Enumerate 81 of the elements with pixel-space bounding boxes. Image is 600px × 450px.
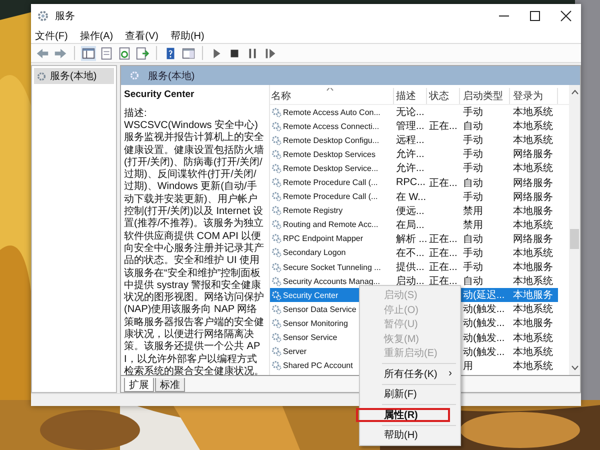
table-cell: 解析 ... <box>396 234 428 245</box>
table-cell: 在 W... <box>396 192 426 203</box>
table-cell: 网络服务 <box>513 192 553 203</box>
table-cell: 自动 <box>463 178 483 189</box>
panel-header: 服务(本地) <box>121 66 580 85</box>
table-cell: 本地系统 <box>513 163 553 174</box>
service-name: Security Center <box>124 89 196 100</box>
description-text: WSCSVC(Windows 安全中心)服务监视并报告计算机上的安全健康设置。健康设置包括防火墙(打开/关闭)、防病毒(打开/关闭/过期)、反间谍软件(打开/关闭/过期)、Windows 更新(自动/手动下载并安装更新)、用户帐户控制(打开/关闭)以及 Internet 设置(推荐/不推荐)。该服务为独立软件供应商提供 COM API 以便向安全中心服务注册并记录其产品的状态。安全和维护 UI 使用该服务在“安全和维护”控制面板中提供 systray 警报和安全健康状况的图形视图。网络访问保护(NAP)使用该服务向 NAP 网络策略服务器报告客户端的安全健康状况，以便进行网络隔离决策。该服务还提供一个公共 API，以允许外部客户以编程方式检索系统的聚合安全健康状况。 <box>124 120 265 375</box>
description-label: 描述: <box>124 108 148 120</box>
table-cell: 在局... <box>396 220 424 231</box>
table-cell: 正在... <box>429 234 458 245</box>
table-cell: 禁用 <box>463 220 483 231</box>
service-name: Remote Access Auto Con... <box>283 108 380 117</box>
table-cell: 手动 <box>463 107 483 118</box>
table-cell: 本地服务 <box>513 290 553 302</box>
service-name: Shared PC Account <box>283 361 353 370</box>
table-cell: 自动 <box>463 276 483 288</box>
table-cell: 本地系统 <box>513 248 553 259</box>
service-name: Secondary Logon <box>283 248 346 258</box>
table-cell: 动(触发... <box>463 346 505 358</box>
table-cell: 本地服务 <box>513 206 553 217</box>
table-cell: 自动 <box>463 121 483 132</box>
table-cell: 正在... <box>429 262 458 274</box>
service-name: RPC Endpoint Mapper <box>283 234 364 244</box>
service-name: Sensor Monitoring <box>283 318 348 328</box>
window-title: 服务 <box>55 10 75 23</box>
service-name: Sensor Service <box>283 333 338 342</box>
table-cell: 本地系统 <box>513 360 553 372</box>
service-name: Remote Desktop Service... <box>283 164 378 173</box>
table-cell: 动(延迟... <box>463 290 505 302</box>
service-name: Sensor Data Service <box>283 304 356 314</box>
table-cell: 无论... <box>396 107 424 118</box>
table-cell: 本地服务 <box>513 318 553 330</box>
table-cell: 允许... <box>396 163 424 174</box>
table-cell: 本地系统 <box>513 121 553 132</box>
table-cell: 动(触发... <box>463 332 505 344</box>
table-cell: 网络服务 <box>513 234 553 245</box>
service-name: Remote Access Connecti... <box>283 122 380 131</box>
table-cell: 正在... <box>429 248 458 259</box>
table-cell: 在不... <box>396 248 424 259</box>
table-cell: 本地系统 <box>513 276 553 288</box>
table-cell: 手动 <box>463 248 483 259</box>
service-name: Remote Procedure Call (... <box>283 192 378 202</box>
table-cell: 管理... <box>396 121 424 132</box>
table-cell: 远程... <box>396 135 424 146</box>
service-name: Server <box>283 347 307 356</box>
table-cell: 正在... <box>429 178 458 189</box>
table-cell: 动(触发... <box>463 318 505 330</box>
table-cell: 启动... <box>396 276 424 288</box>
table-cell: 网络服务 <box>513 149 553 160</box>
service-name: Remote Procedure Call (... <box>283 178 378 188</box>
service-name: Security Accounts Manag... <box>283 276 380 286</box>
table-cell: 便远... <box>396 206 424 217</box>
table-cell: 动(触发... <box>463 304 505 316</box>
service-name: Remote Desktop Services <box>283 150 376 159</box>
service-name: Remote Registry <box>283 206 343 216</box>
service-name: Remote Desktop Configu... <box>283 136 380 145</box>
table-cell: RPC... <box>396 177 426 188</box>
table-cell: 本地系统 <box>513 346 553 358</box>
service-name: Security Center <box>283 290 338 300</box>
table-cell: 手动 <box>463 262 483 274</box>
table-cell: 手动 <box>463 163 483 174</box>
table-cell: 自动 <box>463 234 483 245</box>
table-cell: 正在... <box>429 276 458 288</box>
table-cell: 网络服务 <box>513 178 553 189</box>
table-cell: 手动 <box>463 149 483 160</box>
table-cell: 正在... <box>429 121 458 132</box>
table-cell: 本地系统 <box>513 135 553 146</box>
table-cell: 本地系统 <box>513 332 553 344</box>
table-cell: 本地服务 <box>513 262 553 274</box>
table-cell: 禁用 <box>463 206 483 217</box>
table-cell: 本地系统 <box>513 304 553 316</box>
service-name: Routing and Remote Acc... <box>283 220 378 230</box>
table-cell: 允许... <box>396 149 424 160</box>
table-cell: 本地系统 <box>513 220 553 231</box>
table-cell: 手动 <box>463 192 483 203</box>
table-cell: 手动 <box>463 135 483 146</box>
table-cell: 提供... <box>396 262 424 274</box>
table-cell: 用 <box>463 360 473 372</box>
table-cell: 本地系统 <box>513 107 553 118</box>
service-name: Secure Socket Tunneling ... <box>283 262 381 272</box>
